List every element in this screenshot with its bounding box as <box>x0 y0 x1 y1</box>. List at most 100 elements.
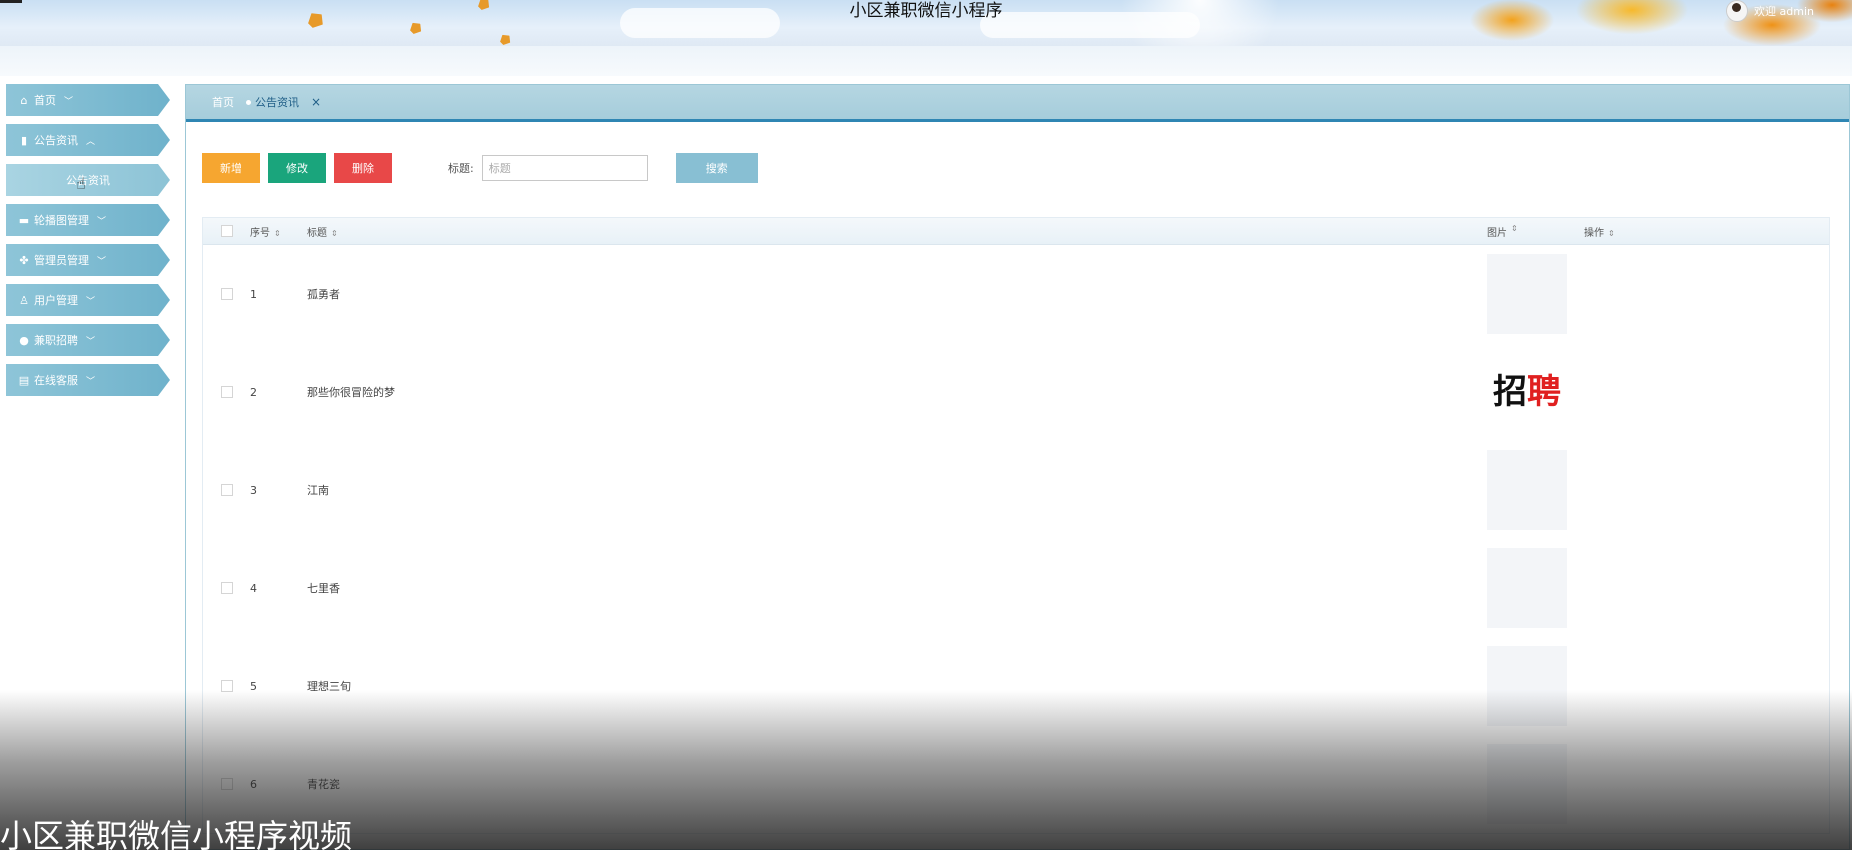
header-op[interactable]: 操作 ⇕ <box>1584 224 1784 239</box>
close-icon[interactable]: × <box>311 95 321 109</box>
tab-notice-label: 公告资讯 <box>255 96 299 109</box>
cell-title: 孤勇者 <box>307 288 340 301</box>
row-checkbox[interactable] <box>220 288 233 300</box>
row-checkbox[interactable] <box>220 386 233 398</box>
table-row[interactable]: 6 青花瓷 <box>203 735 1829 833</box>
welcome-text: 欢迎 admin <box>1754 5 1814 18</box>
sort-icon[interactable]: ⇕ <box>274 229 281 238</box>
chevron-icon: ﹀ <box>86 336 96 347</box>
avatar[interactable] <box>1726 0 1749 22</box>
sort-icon[interactable]: ⇕ <box>1511 224 1518 239</box>
header-image[interactable]: 图片 ⇕ <box>1487 224 1584 239</box>
recruit-logo-image: 招聘 <box>1487 352 1567 432</box>
hand-cursor-icon: ☝ <box>76 174 86 193</box>
cell-no: 1 <box>250 287 257 301</box>
header-no-label: 序号 <box>250 227 270 239</box>
cell-no: 4 <box>250 581 257 595</box>
sidebar-subitem-notice[interactable]: 公告资讯 <box>6 164 170 196</box>
row-checkbox[interactable] <box>220 680 233 692</box>
table-body: 1 孤勇者 2 那些你很冒险的梦 招聘 3 江南 4 七里香 5 理想三旬 6 青花瓷 <box>203 245 1829 833</box>
edit-button[interactable]: 修改 <box>268 153 326 183</box>
sidebar-item-0[interactable]: ⌂ 首页 ﹀ <box>6 84 170 116</box>
user-area[interactable]: 欢迎 admin <box>1726 0 1814 22</box>
thumbnail-image <box>1487 450 1567 530</box>
briefcase-icon: ▮ <box>20 133 28 147</box>
thumbnail-image <box>1487 254 1567 334</box>
chevron-icon: ﹀ <box>97 216 107 227</box>
cell-image <box>1487 646 1584 726</box>
table-header: 序号 ⇕ 标题 ⇕ 图片 ⇕ 操作 ⇕ <box>203 218 1829 245</box>
search-label: 标题: <box>448 162 474 175</box>
header-title[interactable]: 标题 ⇕ <box>307 224 1487 239</box>
row-checkbox[interactable] <box>220 582 233 594</box>
cell-no: 5 <box>250 679 257 693</box>
table-row[interactable]: 2 那些你很冒险的梦 招聘 <box>203 343 1829 441</box>
sidebar-item-label: 首页 <box>34 94 56 107</box>
table-row[interactable]: 3 江南 <box>203 441 1829 539</box>
sidebar-item-3[interactable]: ▬ 轮播图管理 ﹀ <box>6 204 170 236</box>
sidebar-item-5[interactable]: ♙ 用户管理 ﹀ <box>6 284 170 316</box>
select-all-checkbox[interactable] <box>220 225 233 237</box>
video-caption: 小区兼职微信小程序视频 <box>0 817 353 855</box>
search-input[interactable] <box>481 155 648 181</box>
more-icon: ● <box>19 333 29 347</box>
cell-title: 青花瓷 <box>307 778 340 791</box>
main-panel: 首页 公告资讯 × 新增 修改 删除 标题: 搜索 序号 ⇕ 标题 ⇕ 图片 ⇕ 操作… <box>185 84 1850 850</box>
sort-icon[interactable]: ⇕ <box>331 229 338 238</box>
cell-no: 3 <box>250 483 257 497</box>
cell-image <box>1487 450 1584 530</box>
grid-icon: ✤ <box>19 253 29 267</box>
cell-no: 6 <box>250 777 257 791</box>
thumbnail-image <box>1487 744 1567 824</box>
thumbnail-image <box>1487 548 1567 628</box>
cell-title: 理想三旬 <box>307 680 351 693</box>
chevron-icon: ︿ <box>86 136 96 147</box>
search-button[interactable]: 搜索 <box>675 153 758 183</box>
image-icon: ▬ <box>18 213 30 227</box>
cell-image: 招聘 <box>1487 352 1584 432</box>
home-icon: ⌂ <box>20 93 28 107</box>
cell-title: 江南 <box>307 484 329 497</box>
table-row[interactable]: 4 七里香 <box>203 539 1829 637</box>
chevron-icon: ﹀ <box>97 256 107 267</box>
sidebar-item-label: 在线客服 <box>34 374 78 387</box>
logo-part-b: 聘 <box>1527 372 1561 412</box>
user-icon: ♙ <box>19 293 29 307</box>
sidebar-item-label: 公告资讯 <box>66 174 110 187</box>
row-checkbox[interactable] <box>220 778 233 790</box>
leaf-icon <box>408 20 425 37</box>
cell-image <box>1487 254 1584 334</box>
tab-bar: 首页 公告资讯 × <box>186 85 1849 122</box>
sidebar-item-6[interactable]: ● 兼职招聘 ﹀ <box>6 324 170 356</box>
chevron-icon: ﹀ <box>86 376 96 387</box>
cell-image <box>1487 744 1584 824</box>
delete-button[interactable]: 删除 <box>334 153 392 183</box>
sort-icon[interactable]: ⇕ <box>1608 229 1615 238</box>
header-title-label: 标题 <box>307 227 327 239</box>
header-image-label: 图片 <box>1487 227 1507 239</box>
table-row[interactable]: 1 孤勇者 <box>203 245 1829 343</box>
sidebar-item-7[interactable]: ▤ 在线客服 ﹀ <box>6 364 170 396</box>
chevron-icon: ﹀ <box>86 296 96 307</box>
sidebar-item-label: 管理员管理 <box>34 254 89 267</box>
header-subbar <box>0 46 1852 76</box>
header-no[interactable]: 序号 ⇕ <box>250 224 307 239</box>
archive-icon: ▤ <box>18 373 30 387</box>
chevron-icon: ﹀ <box>64 96 74 107</box>
logo-part-a: 招 <box>1493 372 1527 412</box>
sidebar-item-label: 兼职招聘 <box>34 334 78 347</box>
row-checkbox[interactable] <box>220 484 233 496</box>
data-table: 序号 ⇕ 标题 ⇕ 图片 ⇕ 操作 ⇕ 1 孤勇者 2 那些你很冒险的梦 招聘 3 江南 4 七里香 5 理… <box>202 217 1830 834</box>
sidebar-item-label: 轮播图管理 <box>34 214 89 227</box>
table-row[interactable]: 5 理想三旬 <box>203 637 1829 735</box>
sidebar-item-1[interactable]: ▮ 公告资讯 ︿ <box>6 124 170 156</box>
add-button[interactable]: 新增 <box>202 153 260 183</box>
tab-notice[interactable]: 公告资讯 × <box>246 94 321 110</box>
cell-title: 七里香 <box>307 582 340 595</box>
top-header: 小区兼职微信小程序 欢迎 admin <box>0 0 1852 46</box>
active-dot-icon <box>246 99 251 105</box>
sidebar-item-4[interactable]: ✤ 管理员管理 ﹀ <box>6 244 170 276</box>
app-title: 小区兼职微信小程序 <box>849 1 1003 21</box>
header-op-label: 操作 <box>1584 227 1604 239</box>
tab-home[interactable]: 首页 <box>212 94 234 110</box>
